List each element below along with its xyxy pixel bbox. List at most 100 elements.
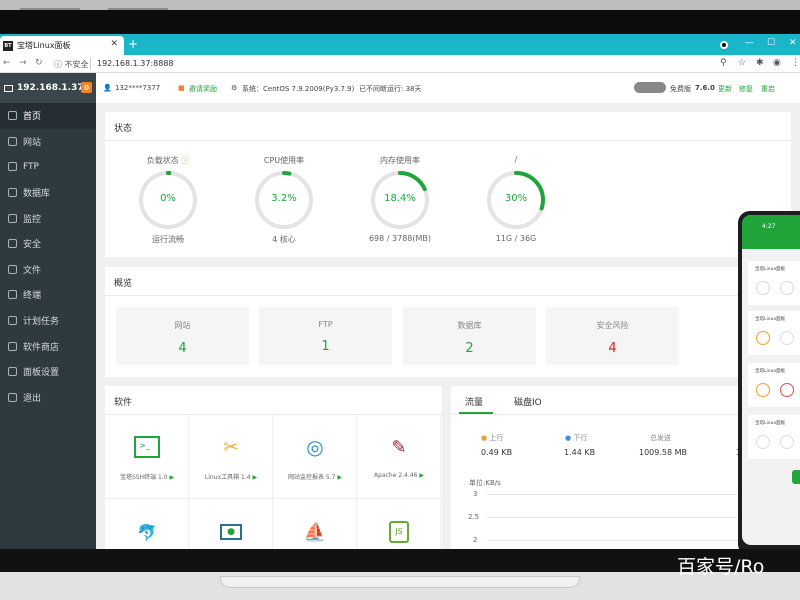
new-tab-icon[interactable]: + — [128, 37, 138, 51]
phone-card: 宝塔Linux面板 — [748, 415, 800, 459]
overview-count: 4 — [178, 341, 187, 356]
sidebar-item[interactable]: 网站 — [0, 129, 96, 155]
reload-icon[interactable]: ↻ — [35, 58, 43, 68]
phone-card-title: 宝塔Linux面板 — [755, 369, 786, 374]
gridline — [487, 517, 777, 518]
repair-link[interactable]: 修复 — [739, 84, 753, 94]
sidebar-item[interactable]: 首页 — [0, 103, 96, 129]
play-icon[interactable]: ▶ — [335, 474, 342, 481]
overview-card[interactable]: 网站 4 — [116, 307, 249, 365]
phone-screen: 4:27 宝塔Linux面板 宝塔Linux面板 宝塔Linux面板 宝塔Lin… — [742, 215, 800, 545]
divider — [90, 58, 91, 69]
person-screen-icon: ● — [218, 520, 244, 544]
target-icon: ◎ — [306, 435, 324, 459]
software-item[interactable]: ◎ 网站监控报表 5.7 ▶ — [273, 415, 357, 499]
maximize-icon[interactable]: ☐ — [767, 38, 775, 48]
software-item[interactable]: >_ 宝塔SSH终端 1.0 ▶ — [105, 415, 189, 499]
url-input[interactable]: 192.168.1.37:8888 — [97, 59, 174, 68]
ship-icon: ⛵ — [303, 521, 327, 543]
browser-tab[interactable]: BT 宝塔Linux面板 ✕ — [0, 36, 124, 55]
store-icon — [8, 341, 17, 351]
browser-tab-bar: BT 宝塔Linux面板 ✕ + — ☐ ✕ — [0, 34, 800, 55]
laptop-hinge — [220, 576, 580, 588]
upload-value: 0.49 KB — [481, 448, 513, 457]
bookmark-star-icon[interactable]: ☆ — [738, 58, 746, 68]
phone-gauge — [780, 281, 794, 295]
overview-count: 2 — [465, 341, 474, 356]
sidebar-item-label: 安全 — [23, 240, 42, 251]
notification-badge[interactable]: 0 — [81, 82, 92, 93]
tab-traffic[interactable]: 流量 — [465, 395, 483, 408]
sidebar-item[interactable]: 软件商店 — [0, 333, 96, 359]
overview-card[interactable]: FTP 1 — [259, 307, 392, 365]
forward-icon[interactable]: → — [19, 58, 27, 68]
download-value: 1.44 KB — [564, 448, 596, 457]
phone-button[interactable] — [792, 470, 800, 484]
security-label: 不安全 — [64, 60, 89, 69]
invite-link[interactable]: 邀请奖励 — [189, 84, 217, 94]
gauge-subtext: 4 核心 — [272, 235, 296, 244]
sidebar-item[interactable]: 终端 — [0, 282, 96, 308]
gauge-value: 3.2% — [271, 193, 297, 204]
gauge-label: CPU使用率 — [263, 156, 305, 165]
restart-link[interactable]: 重启 — [761, 84, 775, 94]
watermark: 百家号/Ro — [677, 556, 765, 578]
phone-card-title: 宝塔Linux面板 — [755, 317, 786, 322]
phone-card: 宝塔Linux面板 — [748, 363, 800, 407]
sidebar-item[interactable]: 安全 — [0, 231, 96, 257]
download-dot-icon: ● — [565, 434, 572, 442]
database-icon — [8, 188, 17, 198]
sidebar-item[interactable]: FTP — [0, 154, 96, 180]
monitor-icon — [4, 84, 13, 92]
update-link[interactable]: 更新 — [718, 84, 732, 94]
sidebar-item[interactable]: 数据库 — [0, 180, 96, 206]
status-panel: 状态 负载状态 ⓘ 0% 运行流畅 CPU使用率 3.2% 4 核心 内存使用率 18.4% 6… — [105, 112, 791, 257]
play-icon[interactable]: ▶ — [168, 474, 174, 481]
sidebar-item-label: 首页 — [23, 112, 42, 123]
sidebar-item[interactable]: 计划任务 — [0, 308, 96, 334]
phone-gauge — [780, 383, 794, 397]
sidebar: 192.168.1.37 0 首页 网站 FTP 数据库 监控 安全 文件 终端 计划任务 软件商… — [0, 73, 96, 549]
upload-label: ● 上行 — [481, 434, 504, 442]
sidebar-item-label: 计划任务 — [23, 317, 60, 328]
globe-icon — [8, 136, 17, 146]
software-title: 软件 — [114, 398, 133, 408]
help-icon[interactable]: ⓘ — [179, 156, 189, 165]
pro-badge-icon[interactable] — [634, 82, 666, 93]
overview-card[interactable]: 数据库 2 — [403, 307, 536, 365]
phone-card: 宝塔Linux面板 — [748, 311, 800, 355]
tab-close-icon[interactable]: ✕ — [110, 39, 118, 49]
sidebar-item-label: 监控 — [23, 214, 42, 225]
minimize-icon[interactable]: — — [745, 38, 754, 48]
overview-label: FTP — [318, 320, 333, 329]
gauge-label: 负载状态 ⓘ — [146, 156, 190, 165]
sidebar-item[interactable]: 面板设置 — [0, 359, 96, 385]
sidebar-item[interactable]: 退出 — [0, 385, 96, 411]
menu-icon[interactable]: ⋮ — [791, 58, 800, 68]
zoom-icon[interactable]: ⚲ — [720, 58, 727, 68]
software-item[interactable]: ✎ Apache 2.4.46 ▶ — [357, 415, 441, 499]
lid-detail — [108, 8, 168, 10]
overview-card[interactable]: 安全风险 4 — [546, 307, 679, 365]
security-info[interactable]: ⓘ 不安全 — [54, 59, 89, 70]
gridline — [487, 540, 777, 541]
y-tick: 2.5 — [468, 513, 480, 521]
phone-gauge — [780, 331, 794, 345]
chart-unit: 单位:KB/s — [469, 479, 501, 487]
tab-disk-io[interactable]: 磁盘IO — [514, 395, 542, 408]
user-account[interactable]: 132****7377 — [115, 84, 160, 92]
sidebar-item-label: 网站 — [23, 137, 42, 148]
play-icon[interactable]: ▶ — [417, 472, 424, 479]
software-item[interactable]: ✂ Linux工具箱 1.4 ▶ — [189, 415, 273, 499]
profile-icon[interactable]: ◉ — [773, 58, 781, 68]
phone-status-bar: 4:27 — [742, 215, 800, 249]
record-icon[interactable] — [720, 41, 728, 49]
close-window-icon[interactable]: ✕ — [789, 38, 797, 48]
sidebar-item[interactable]: 监控 — [0, 205, 96, 231]
sidebar-item[interactable]: 文件 — [0, 257, 96, 283]
play-icon[interactable]: ▶ — [251, 474, 257, 481]
extensions-icon[interactable]: ✱ — [756, 58, 764, 68]
back-icon[interactable]: ← — [3, 58, 11, 68]
overview-count: 1 — [321, 339, 330, 354]
software-name: 网站监控报表 5.7 ▶ — [288, 474, 342, 481]
